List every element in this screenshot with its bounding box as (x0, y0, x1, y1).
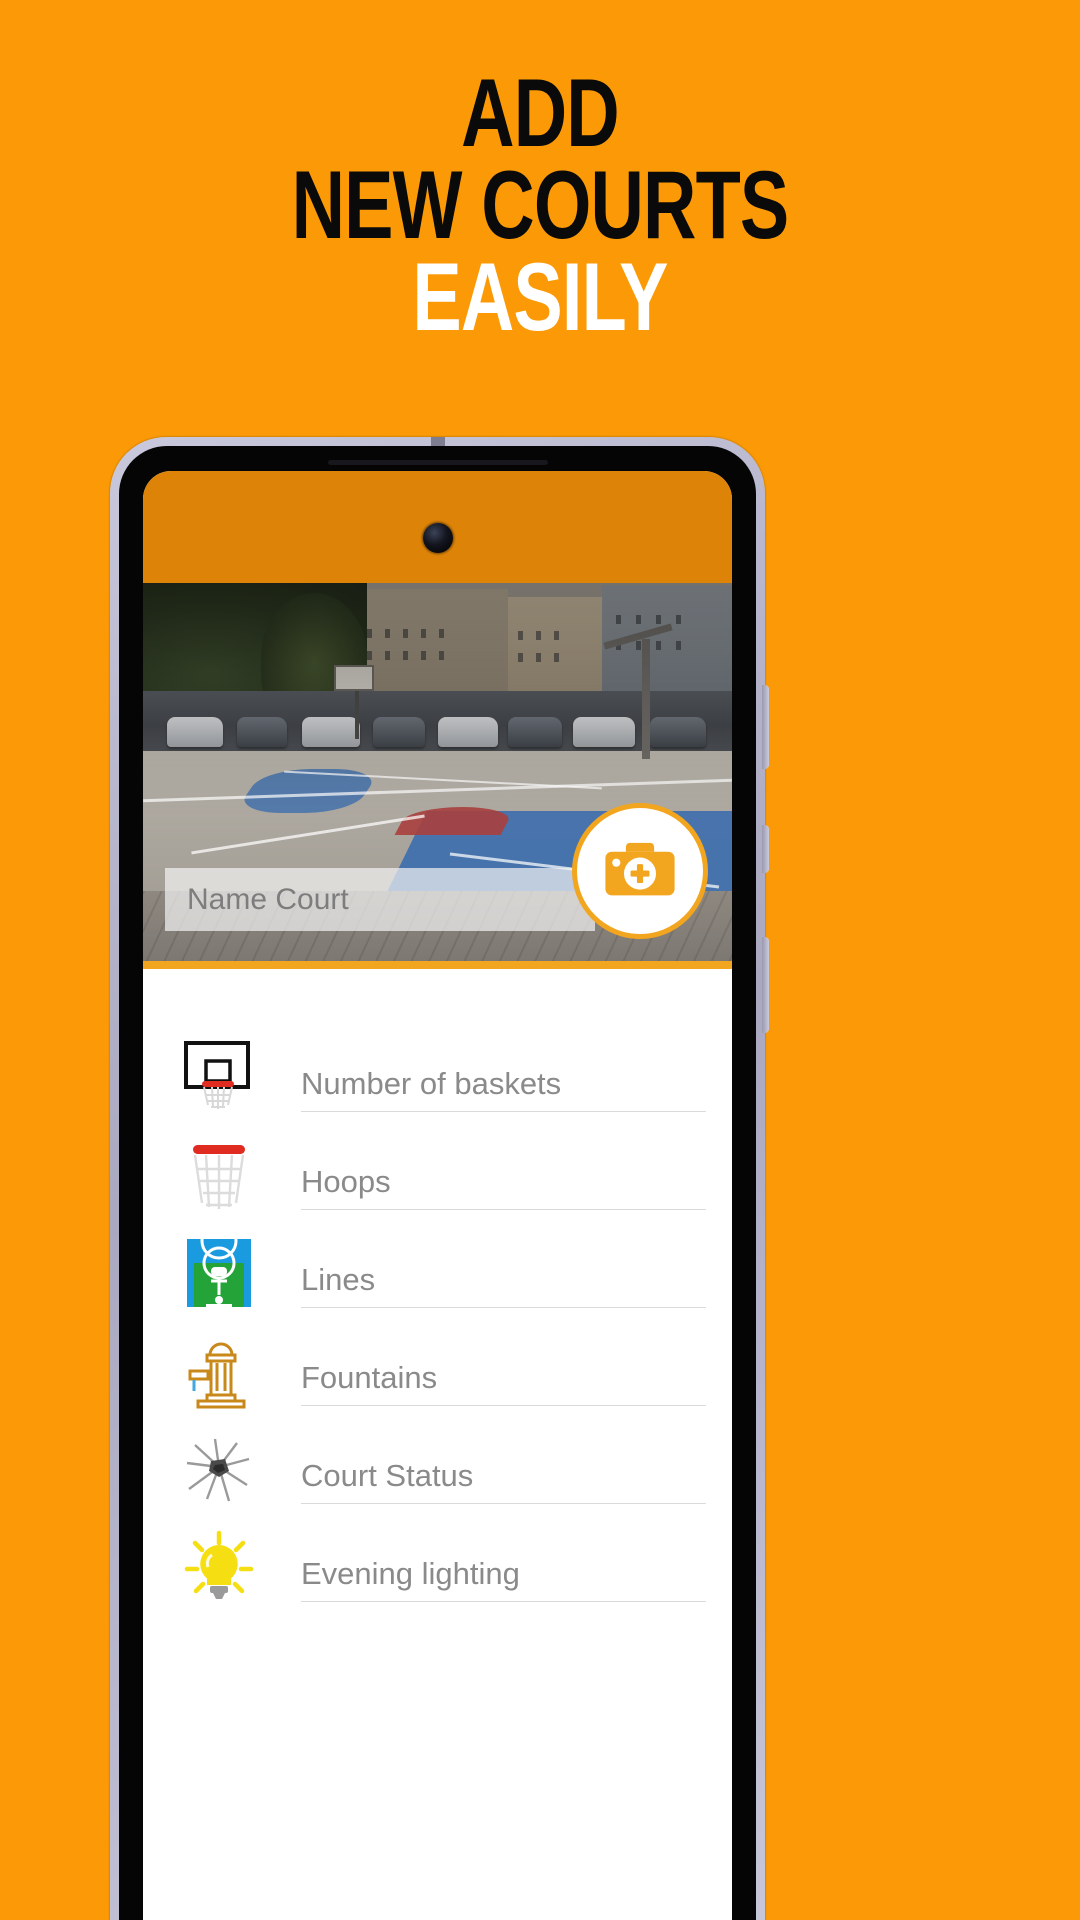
headline-line-1: ADD (461, 59, 620, 168)
court-lines-icon (171, 1231, 267, 1315)
name-court-input[interactable]: Name Court (165, 868, 595, 931)
phone-volume-down-button[interactable] (762, 825, 769, 873)
court-status-placeholder: Court Status (301, 1458, 474, 1493)
phone-screen: Name Court Number of baskets Hoops Lines… (143, 471, 732, 1920)
evening-lighting-input[interactable]: Evening lighting (301, 1532, 706, 1602)
court-attributes-form: Number of baskets Hoops Lines Fountains … (143, 969, 732, 1611)
status-bar (143, 471, 732, 583)
basketball-hoop-net-icon (171, 1133, 267, 1217)
phone-volume-up-button[interactable] (762, 685, 769, 769)
form-row-number-of-baskets[interactable]: Number of baskets (143, 1033, 732, 1121)
headline-line-3: EASILY (412, 243, 668, 352)
form-row-hoops[interactable]: Hoops (143, 1131, 732, 1219)
name-court-placeholder: Name Court (187, 882, 349, 916)
phone-mockup: Name Court Number of baskets Hoops Lines… (110, 437, 769, 1920)
basketball-backboard-icon (171, 1035, 267, 1119)
hoops-input[interactable]: Hoops (301, 1140, 706, 1210)
fountains-input[interactable]: Fountains (301, 1336, 706, 1406)
form-row-court-status[interactable]: Court Status (143, 1425, 732, 1513)
court-status-input[interactable]: Court Status (301, 1434, 706, 1504)
earpiece-speaker (327, 460, 548, 465)
drinking-fountain-icon (171, 1329, 267, 1413)
lines-placeholder: Lines (301, 1262, 376, 1297)
hero-divider (143, 961, 732, 969)
camera-plus-icon (605, 842, 675, 896)
form-row-evening-lighting[interactable]: Evening lighting (143, 1523, 732, 1611)
front-camera-icon (422, 523, 453, 553)
lightbulb-icon (171, 1525, 267, 1609)
fountains-placeholder: Fountains (301, 1360, 438, 1395)
phone-frame: Name Court Number of baskets Hoops Lines… (119, 446, 756, 1920)
form-row-lines[interactable]: Lines (143, 1229, 732, 1317)
evening-lighting-placeholder: Evening lighting (301, 1556, 520, 1591)
phone-power-button[interactable] (762, 937, 769, 1033)
headline-line-2: NEW COURTS (291, 151, 790, 260)
cracked-surface-icon (171, 1427, 267, 1511)
form-row-fountains[interactable]: Fountains (143, 1327, 732, 1415)
bezel-seam (430, 437, 445, 446)
lines-input[interactable]: Lines (301, 1238, 706, 1308)
promo-headline: ADD NEW COURTS EASILY (0, 0, 1080, 349)
hoops-placeholder: Hoops (301, 1164, 391, 1199)
add-photo-button[interactable] (572, 803, 708, 939)
number-of-baskets-placeholder: Number of baskets (301, 1066, 562, 1101)
number-of-baskets-input[interactable]: Number of baskets (301, 1042, 706, 1112)
